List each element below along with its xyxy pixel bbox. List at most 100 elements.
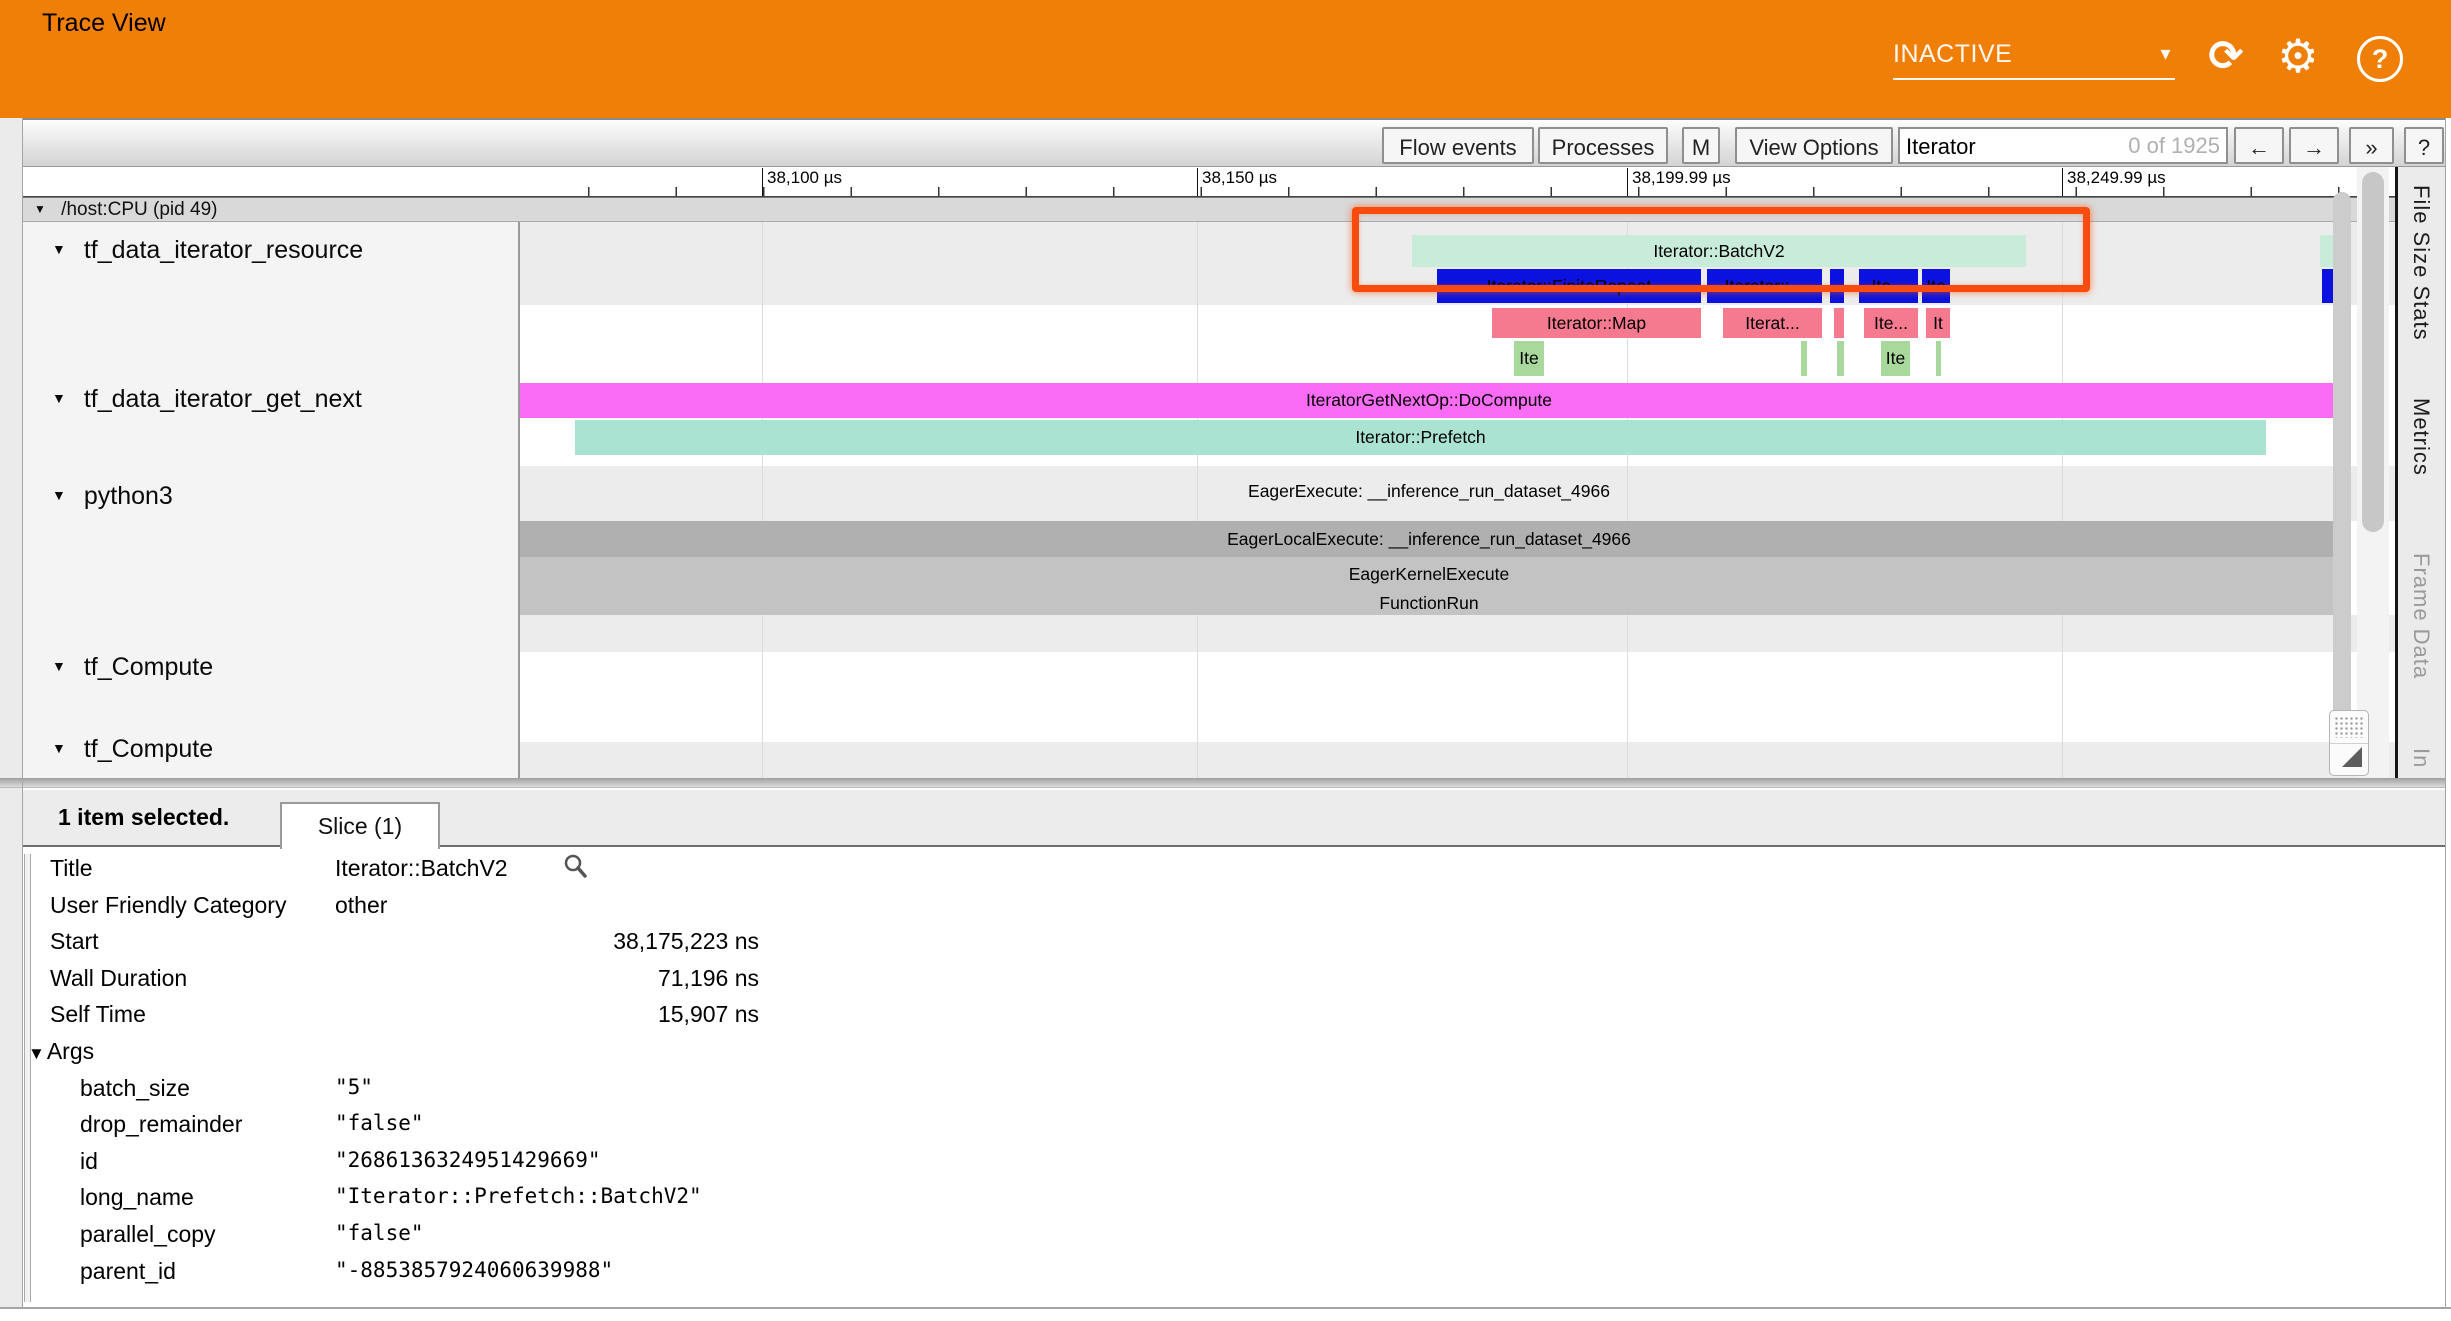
collapse-triangle-icon: ▼	[52, 487, 66, 503]
collapse-triangle-icon: ▼	[52, 241, 66, 257]
arg-row-value: "5"	[335, 1075, 759, 1105]
detail-row-label: Title	[50, 855, 93, 885]
trace-event-iterator-map[interactable]: Iterator::Map	[1492, 308, 1701, 338]
gripper-divider	[2330, 743, 2368, 744]
trace-event-eagerlocalexecute-inference-run-dataset-4966[interactable]: EagerLocalExecute: __inference_run_datas…	[520, 521, 2338, 557]
arg-row-label: parallel_copy	[80, 1221, 216, 1251]
track-label: tf_data_iterator_resource	[84, 236, 363, 264]
toolbar-button-view-options[interactable]: View Options	[1735, 127, 1893, 164]
collapse-triangle-icon: ▼	[34, 202, 46, 216]
vertical-scrollbar-thumb[interactable]	[2362, 172, 2384, 532]
arg-row-value: "false"	[335, 1221, 759, 1251]
sidebar-item-python3[interactable]: ▼ python3	[52, 482, 173, 512]
search-box: 0 of 1925	[1898, 127, 2228, 164]
toolbar-button-flow-events[interactable]: Flow events	[1382, 127, 1534, 164]
collapse-triangle-icon: ▼	[52, 658, 66, 674]
trace-event-iteratorgetnextop-docompute[interactable]: IteratorGetNextOp::DoCompute	[520, 383, 2338, 418]
detail-row-value: other	[335, 892, 759, 922]
sidebar-tab-frame-data[interactable]: Frame Data	[2408, 553, 2434, 679]
track-label: tf_Compute	[84, 735, 213, 763]
refresh-icon[interactable]: ⟳	[2196, 26, 2256, 86]
process-group-label: /host:CPU (pid 49)	[61, 199, 217, 220]
sidebar-item-tf_data_iterator_resource[interactable]: ▼ tf_data_iterator_resource	[52, 236, 363, 266]
detail-row-label: User Friendly Category	[50, 892, 286, 922]
arg-row-value: "Iterator::Prefetch::BatchV2"	[335, 1184, 759, 1214]
arg-row-label: id	[80, 1148, 98, 1178]
args-section-header[interactable]: ▼Args	[28, 1038, 94, 1065]
track-scrollbar-thumb[interactable]	[2333, 192, 2351, 768]
track-label: tf_data_iterator_get_next	[84, 385, 362, 413]
track-label-column: ▼ tf_data_iterator_resource ▼ tf_data_itera…	[22, 222, 520, 778]
trace-event-iterator-prefetch[interactable]: Iterator::Prefetch	[575, 420, 2266, 455]
search-input[interactable]	[1900, 129, 2148, 164]
detail-row-value: Iterator::BatchV2	[335, 855, 759, 885]
app-header-bar: INACTIVE ▾ ⟳ ⚙ ?	[0, 0, 2451, 118]
args-header-label: Args	[47, 1038, 94, 1064]
sidebar-tab-in[interactable]: In	[2408, 748, 2434, 768]
trace-canvas[interactable]: Iterator::BatchV2Iterator::FiniteRepeatI…	[520, 222, 2395, 778]
page-right-margin	[2446, 118, 2451, 1307]
trace-event-ite[interactable]: Ite	[1881, 341, 1910, 376]
detail-row-value: 15,907 ns	[335, 1001, 759, 1031]
status-dropdown-value: INACTIVE	[1893, 40, 2012, 68]
time-ruler: 38,100 µs38,150 µs38,199.99 µs38,249.99 …	[22, 167, 2445, 197]
ruler-tick-label: 38,100 µs	[762, 168, 842, 196]
frame-left-border	[22, 118, 23, 1307]
sidebar-tab-file-size-stats[interactable]: File Size Stats	[2408, 185, 2434, 341]
selection-summary: 1 item selected.	[58, 804, 229, 831]
details-panel: 1 item selected. Slice (1) Title Iterator…	[22, 788, 2445, 1307]
trace-event-functionrun[interactable]: FunctionRun	[520, 590, 2338, 616]
trace-viewer-app: INACTIVE ▾ ⟳ ⚙ ? Trace View 0 of 1925 38…	[0, 0, 2451, 1321]
arg-row-label: batch_size	[80, 1075, 190, 1105]
arg-row-label: drop_remainder	[80, 1111, 242, 1141]
search-nav-button-3[interactable]: ?	[2404, 127, 2444, 164]
details-tabbar: 1 item selected. Slice (1)	[22, 790, 2445, 847]
magnifier-icon[interactable]	[562, 853, 588, 884]
page-bottom-margin	[0, 1309, 2451, 1321]
detail-row-value: 38,175,223 ns	[335, 928, 759, 958]
sidebar-item-tf_Compute[interactable]: ▼tf_Compute	[52, 653, 213, 683]
search-nav-button-0[interactable]: ←	[2234, 127, 2284, 164]
trace-event-eagerexecute-inference-run-dataset-4966[interactable]: EagerExecute: __inference_run_dataset_49…	[520, 471, 2338, 511]
page-title: Trace View	[42, 9, 166, 38]
search-nav-button-2[interactable]: »	[2349, 127, 2394, 164]
search-nav-button-1[interactable]: →	[2289, 127, 2339, 164]
ruler-tick-label: 38,150 µs	[1197, 168, 1277, 196]
gripper-dots-icon	[2334, 716, 2363, 738]
toolbar-button-m[interactable]: M	[1682, 127, 1720, 164]
details-scrollbar[interactable]	[24, 854, 31, 1302]
arg-row-label: parent_id	[80, 1258, 176, 1288]
gear-icon[interactable]: ⚙	[2268, 26, 2328, 86]
trace-event[interactable]	[1936, 341, 1941, 376]
trace-event[interactable]	[1834, 308, 1844, 338]
trace-event-ite[interactable]: Ite...	[1864, 308, 1918, 338]
arg-row-label: long_name	[80, 1184, 194, 1214]
help-icon[interactable]: ?	[2357, 36, 2403, 82]
arg-row-value: "false"	[335, 1111, 759, 1141]
trace-event-it[interactable]: It	[1926, 308, 1950, 338]
panel-divider[interactable]	[0, 778, 2451, 788]
collapse-triangle-icon: ▼	[52, 390, 66, 406]
status-dropdown[interactable]: INACTIVE ▾	[1893, 30, 2175, 80]
detail-row-label: Self Time	[50, 1001, 146, 1031]
resize-gripper[interactable]	[2329, 710, 2369, 776]
sidebar-item-tf_Compute[interactable]: ▼tf_Compute	[52, 735, 213, 765]
ruler-tick-label: 38,249.99 µs	[2062, 168, 2166, 196]
row-stripe	[520, 615, 2395, 652]
collapse-triangle-icon: ▼	[28, 1044, 45, 1063]
trace-event-eagerkernelexecute[interactable]: EagerKernelExecute	[520, 560, 2338, 588]
detail-row-label: Wall Duration	[50, 965, 187, 995]
tab-slice[interactable]: Slice (1)	[280, 802, 440, 849]
track-label: python3	[84, 482, 173, 510]
trace-event-ite[interactable]: Ite	[1514, 341, 1544, 376]
gripper-triangle-icon	[2342, 747, 2362, 767]
trace-event[interactable]	[1837, 341, 1844, 376]
toolbar-button-processes[interactable]: Processes	[1538, 127, 1668, 164]
sidebar-tab-metrics[interactable]: Metrics	[2408, 398, 2434, 476]
trace-event[interactable]	[1801, 341, 1807, 376]
arg-row-value: "-8853857924060639988"	[335, 1258, 759, 1288]
search-result-count: 0 of 1925	[2128, 129, 2220, 162]
sidebar-item-tf_data_iterator_get_next[interactable]: ▼ tf_data_iterator_get_next	[52, 385, 362, 415]
trace-event-iterat[interactable]: Iterat...	[1723, 308, 1822, 338]
detail-row-value: 71,196 ns	[335, 965, 759, 995]
